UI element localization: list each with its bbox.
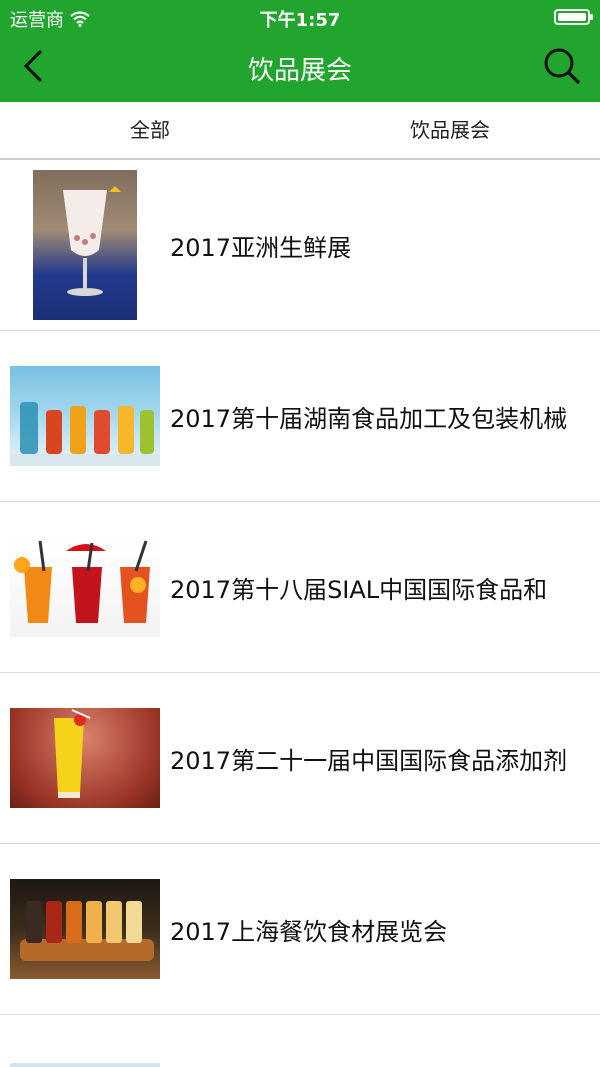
expo-list: 2017亚洲生鲜展 2017第十届湖南食品加工及包装机械 2017第十八届SIA… [0,160,600,1067]
search-icon[interactable] [540,44,584,88]
page-title: 饮品展会 [247,56,352,86]
status-bar: 运营商 下午1:57 [0,0,600,32]
list-item[interactable]: 2017亚洲生鲜展 [0,160,600,331]
tab-drink-expo[interactable]: 饮品展会 [300,102,600,158]
list-item-partial[interactable] [0,1015,600,1067]
list-item-title: 2017第二十一届中国国际食品添加剂 [170,746,568,775]
iced-drinks-image [10,537,160,637]
status-time: 下午1:57 [259,10,341,31]
list-item-title: 2017第十八届SIAL中国国际食品和 [170,575,548,604]
colorful-cocktails-image [10,366,160,466]
list-item[interactable]: 2017第十届湖南食品加工及包装机械 [0,331,600,502]
app-screen: 运营商 下午1:57 饮品展会 全部 饮品展会 2017亚洲生鲜展 2017第十… [0,0,600,1067]
top-bar: 运营商 下午1:57 饮品展会 [0,0,600,102]
list-item-title: 2017亚洲生鲜展 [170,233,352,262]
beer-flight-image [10,879,160,979]
milk-tea-glass-image [33,170,137,320]
partial-thumbnail-image [10,1063,160,1067]
battery-icon [554,9,593,25]
nav-bar: 饮品展会 [0,32,600,102]
juice-glass-image [10,708,160,808]
tab-all[interactable]: 全部 [0,102,300,158]
list-item[interactable]: 2017第二十一届中国国际食品添加剂 [0,673,600,844]
list-item-title: 2017上海餐饮食材展览会 [170,917,448,946]
category-tabs: 全部 饮品展会 [0,102,600,160]
list-item-title: 2017第十届湖南食品加工及包装机械 [170,404,568,433]
list-item[interactable]: 2017上海餐饮食材展览会 [0,844,600,1015]
list-item[interactable]: 2017第十八届SIAL中国国际食品和 [0,502,600,673]
